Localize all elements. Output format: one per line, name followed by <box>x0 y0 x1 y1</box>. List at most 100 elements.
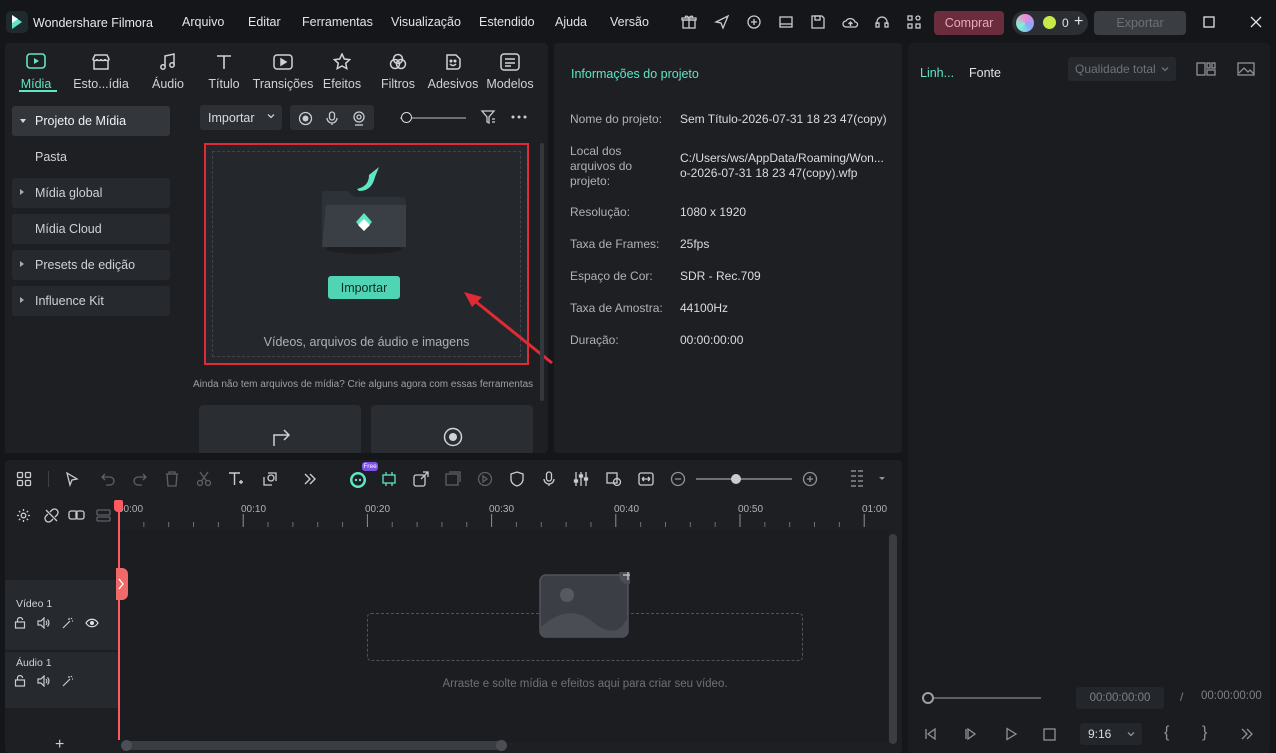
magic-wand-icon[interactable] <box>61 674 75 688</box>
sidebar-item-edit-presets[interactable]: Presets de edição <box>12 250 170 280</box>
filter-funnel-icon[interactable] <box>479 108 497 126</box>
tab-audio[interactable]: Áudio <box>137 45 199 93</box>
playhead-top-marker[interactable] <box>114 500 123 512</box>
visibility-eye-icon[interactable] <box>84 616 100 630</box>
unlink-icon[interactable] <box>42 506 60 524</box>
close-icon[interactable] <box>1247 13 1265 31</box>
more-options-icon[interactable] <box>510 108 528 126</box>
sidebar-item-global-media[interactable]: Mídia global <box>12 178 170 208</box>
crop-shape-icon[interactable] <box>261 470 279 488</box>
tab-timeline-preview[interactable]: Linh... <box>920 66 954 80</box>
timeline-ruler[interactable]: 00:00 00:10 00:20 00:30 00:40 00:50 01:0… <box>117 500 892 530</box>
cloud-upload-icon[interactable] <box>841 13 859 31</box>
volume-icon[interactable] <box>36 674 50 688</box>
import-button[interactable]: Importar <box>328 276 400 299</box>
tool-card-screen[interactable] <box>199 405 361 453</box>
add-track-icon[interactable] <box>94 506 112 524</box>
mark-in-icon[interactable]: { <box>1164 724 1169 742</box>
scene-detect-icon[interactable] <box>605 470 623 488</box>
zoom-in-icon[interactable] <box>801 470 819 488</box>
headset-support-icon[interactable] <box>873 13 891 31</box>
text-title-icon[interactable] <box>227 470 245 488</box>
scroll-handle-left[interactable] <box>121 740 132 751</box>
expand-arrow-icon[interactable] <box>20 297 24 303</box>
volume-icon[interactable] <box>36 616 50 630</box>
screen-record-icon[interactable] <box>296 109 314 127</box>
ai-copilot-icon[interactable] <box>348 469 368 489</box>
sidebar-item-cloud-media[interactable]: Mídia Cloud <box>12 214 170 244</box>
tab-title[interactable]: Título <box>193 45 255 93</box>
timeline-settings-gear-icon[interactable] <box>14 506 32 524</box>
more-tools-icon[interactable] <box>301 470 319 488</box>
scissors-cut-icon[interactable] <box>195 470 213 488</box>
timeline-zoom-slider[interactable] <box>696 478 792 480</box>
zoom-out-icon[interactable] <box>669 470 687 488</box>
expand-arrow-icon[interactable] <box>20 261 24 267</box>
maximize-icon[interactable] <box>1200 13 1218 31</box>
undo-icon[interactable] <box>99 470 117 488</box>
more-controls-icon[interactable] <box>1238 725 1256 743</box>
playback-progress-knob[interactable] <box>922 692 934 704</box>
tab-stock-media[interactable]: Esto...ídia <box>70 45 132 93</box>
menu-ajuda[interactable]: Ajuda <box>555 15 587 29</box>
mark-out-icon[interactable]: } <box>1202 724 1207 742</box>
delete-trash-icon[interactable] <box>163 470 181 488</box>
playback-progress-slider[interactable] <box>928 697 1041 699</box>
playhead-track-handle[interactable] <box>116 568 128 600</box>
expand-arrow-icon[interactable] <box>20 189 24 195</box>
voiceover-mic-icon[interactable] <box>540 470 558 488</box>
speed-icon[interactable] <box>476 470 494 488</box>
webcam-icon[interactable] <box>350 109 368 127</box>
menu-arquivo[interactable]: Arquivo <box>182 15 224 29</box>
aspect-ratio-dropdown[interactable]: 9:16 <box>1080 723 1142 745</box>
redo-icon[interactable] <box>131 470 149 488</box>
send-icon[interactable] <box>713 13 731 31</box>
tab-templates[interactable]: Modelos <box>479 45 541 93</box>
previous-frame-icon[interactable] <box>922 725 940 743</box>
fit-timeline-icon[interactable] <box>637 470 655 488</box>
credits-badge[interactable]: 0 + <box>1012 11 1088 35</box>
tab-stickers[interactable]: Adesivos <box>422 45 484 93</box>
tab-filters[interactable]: Filtros <box>367 45 429 93</box>
timeline-vertical-scrollbar[interactable] <box>889 534 897 744</box>
scroll-handle-right[interactable] <box>496 740 507 751</box>
save-icon[interactable] <box>809 13 827 31</box>
media-scrollbar[interactable] <box>540 143 544 401</box>
export-button[interactable]: Exportar <box>1094 11 1186 35</box>
layout-icon[interactable] <box>777 13 795 31</box>
zoom-slider-knob[interactable] <box>401 112 412 123</box>
menu-visualizacao[interactable]: Visualização <box>391 15 461 29</box>
play-icon[interactable] <box>1002 725 1020 743</box>
image-tool-icon[interactable] <box>444 470 462 488</box>
track-height-icon[interactable] <box>848 468 866 490</box>
quality-dropdown[interactable]: Qualidade total <box>1068 57 1176 81</box>
layout-grid-icon[interactable] <box>15 470 33 488</box>
add-credits-icon[interactable]: + <box>1074 13 1083 31</box>
current-time[interactable]: 00:00:00:00 <box>1076 687 1164 709</box>
mask-shield-icon[interactable] <box>508 470 526 488</box>
stop-icon[interactable] <box>1040 725 1058 743</box>
avatar[interactable] <box>1016 14 1034 32</box>
menu-ferramentas[interactable]: Ferramentas <box>302 15 373 29</box>
menu-versao[interactable]: Versão <box>610 15 649 29</box>
gift-icon[interactable] <box>680 13 698 31</box>
import-dropdown[interactable]: Importar <box>200 105 282 130</box>
sidebar-item-folder[interactable]: Pasta <box>12 142 170 172</box>
microphone-icon[interactable] <box>323 109 341 127</box>
magic-wand-icon[interactable] <box>61 616 75 630</box>
tab-effects[interactable]: Efeitos <box>311 45 373 93</box>
apps-grid-icon[interactable] <box>905 13 923 31</box>
ai-clip-icon[interactable] <box>380 470 398 488</box>
add-track-plus-icon[interactable]: + <box>55 736 64 753</box>
playhead[interactable] <box>118 500 120 740</box>
timeline-horizontal-scrollbar[interactable] <box>121 740 507 751</box>
menu-estendido[interactable]: Estendido <box>479 15 535 29</box>
buy-button[interactable]: Comprar <box>934 11 1004 35</box>
collapse-arrow-icon[interactable] <box>20 119 26 123</box>
timeline-zoom-knob[interactable] <box>731 474 741 484</box>
lock-icon[interactable] <box>13 616 27 630</box>
menu-editar[interactable]: Editar <box>248 15 281 29</box>
tab-media[interactable]: Mídia <box>5 45 67 93</box>
image-snapshot-icon[interactable] <box>1235 59 1257 79</box>
sidebar-item-influence-kit[interactable]: Influence Kit <box>12 286 170 316</box>
